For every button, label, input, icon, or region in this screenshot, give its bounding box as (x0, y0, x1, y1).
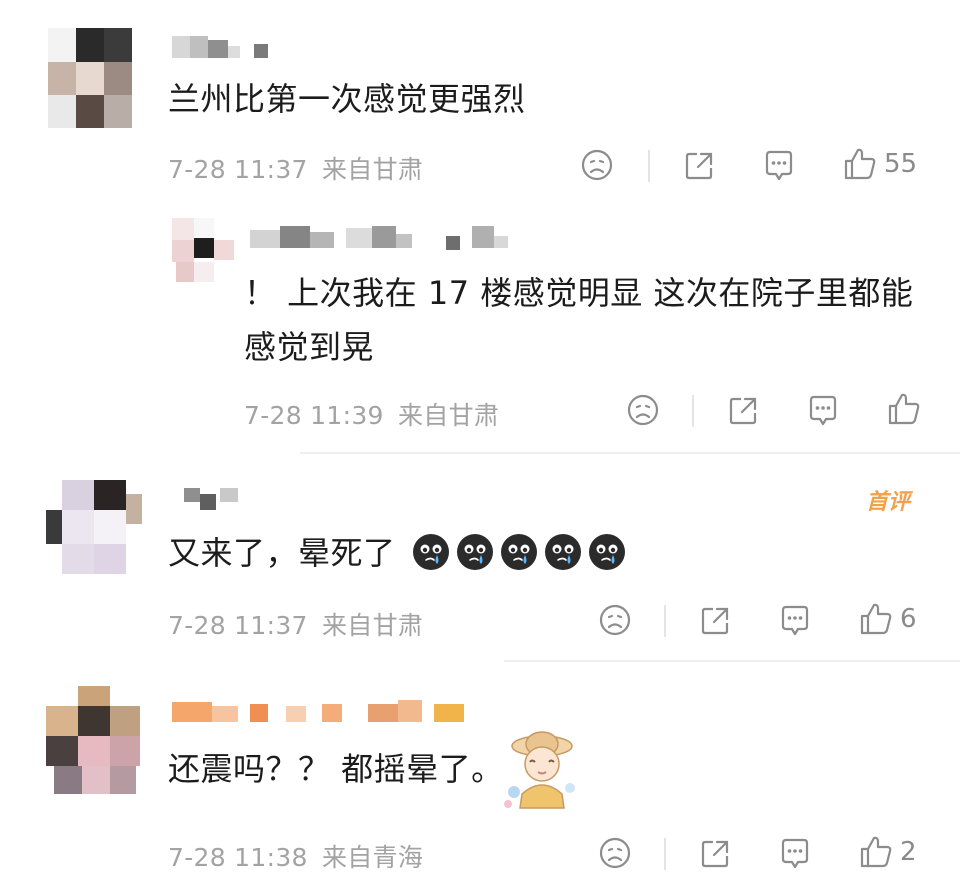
avatar[interactable] (172, 218, 236, 284)
reply-location: 来自甘肃 (397, 401, 500, 430)
share-button[interactable] (682, 149, 716, 183)
sad-face-icon (599, 837, 631, 869)
comment-meta: 7-28 11:38 来自青海 (168, 838, 423, 874)
avatar[interactable] (48, 28, 132, 128)
thumbs-up-icon (844, 148, 876, 180)
comment-text: 还震吗？？ 都摇晕了。 (168, 750, 504, 788)
comment-text: 又来了，晕死了 (168, 526, 626, 580)
sad-face-icon (627, 394, 659, 426)
reply-meta: 7-28 11:39 来自甘肃 (244, 396, 499, 432)
comment-meta: 7-28 11:37 来自甘肃 (168, 150, 423, 186)
comment-time: 7-28 11:37 (168, 155, 308, 184)
comment-location: 来自青海 (321, 843, 424, 872)
comment-button[interactable] (762, 148, 796, 184)
like-count: 6 (900, 604, 917, 634)
comment-location: 来自甘肃 (321, 611, 424, 640)
share-icon (701, 840, 729, 868)
crying-face-emoji (501, 534, 538, 570)
comment-meta: 7-28 11:37 来自甘肃 (168, 606, 423, 642)
first-comment-badge: 首评 (866, 490, 911, 515)
like-button[interactable]: 6 (858, 601, 917, 637)
divider-line (648, 150, 650, 182)
comment-button[interactable] (806, 393, 840, 429)
comment-text-content: 又来了，晕死了 (168, 534, 396, 572)
username-blurred[interactable] (184, 488, 264, 510)
dislike-button[interactable] (580, 148, 614, 182)
share-icon (685, 152, 713, 180)
thumbs-up-icon (860, 836, 892, 868)
like-button[interactable]: 2 (858, 834, 917, 870)
reply-text: ！ 上次我在 17 楼感觉明显 这次在院子里都能感觉到晃 (244, 274, 914, 366)
comment-icon (765, 150, 793, 181)
dislike-button[interactable] (626, 393, 660, 427)
reply-time: 7-28 11:39 (244, 401, 384, 430)
like-count: 2 (900, 837, 917, 867)
like-count: 55 (884, 149, 918, 179)
comment-location: 来自甘肃 (321, 155, 424, 184)
divider-line (664, 838, 666, 870)
crying-face-emoji (413, 534, 450, 570)
comment-button[interactable] (778, 836, 812, 872)
sad-face-icon (581, 149, 613, 181)
share-button[interactable] (726, 394, 760, 428)
sad-face-icon (599, 604, 631, 636)
share-button[interactable] (698, 604, 732, 638)
comment-time: 7-28 11:37 (168, 611, 308, 640)
share-button[interactable] (698, 837, 732, 871)
emoji-row (406, 534, 626, 572)
divider-line (504, 660, 960, 662)
avatar[interactable] (46, 686, 140, 796)
crying-face-emoji (457, 534, 494, 570)
comment-time: 7-28 11:38 (168, 843, 308, 872)
share-icon (701, 607, 729, 635)
dislike-button[interactable] (598, 836, 632, 870)
girl-with-hat-sticker (500, 722, 584, 816)
comment-icon (781, 838, 809, 869)
divider-line (692, 395, 694, 427)
like-button[interactable] (886, 391, 928, 427)
comment-button[interactable] (778, 603, 812, 639)
share-icon (729, 397, 757, 425)
dislike-button[interactable] (598, 603, 632, 637)
comment-icon (781, 605, 809, 636)
divider-line (300, 452, 960, 454)
thumbs-up-icon (860, 603, 892, 635)
crying-face-emoji (545, 534, 582, 570)
divider-line (664, 605, 666, 637)
username-blurred[interactable] (172, 700, 472, 722)
crying-face-emoji (589, 534, 626, 570)
username-blurred[interactable] (172, 36, 282, 58)
thumbs-up-icon (888, 393, 920, 425)
comment-icon (809, 395, 837, 426)
comment-text: 兰州比第一次感觉更强烈 (168, 80, 526, 118)
avatar[interactable] (46, 480, 142, 580)
like-button[interactable]: 55 (842, 146, 917, 182)
username-blurred[interactable] (250, 226, 540, 250)
